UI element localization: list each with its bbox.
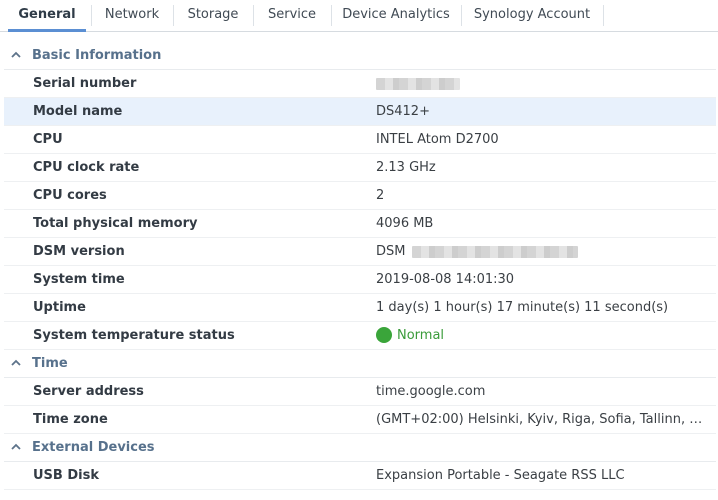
row-model-name: Model name DS412+ bbox=[4, 98, 716, 126]
model-name-value: DS412+ bbox=[376, 104, 430, 119]
system-temperature-status-value: Normal bbox=[376, 322, 444, 349]
redacted-blur bbox=[411, 245, 578, 258]
time-zone-value: (GMT+02:00) Helsinki, Kyiv, Riga, Sofia,… bbox=[376, 412, 706, 427]
uptime-label: Uptime bbox=[33, 300, 86, 315]
cpu-cores-label: CPU cores bbox=[33, 188, 107, 203]
cpu-value: INTEL Atom D2700 bbox=[376, 132, 499, 147]
cpu-label: CPU bbox=[33, 132, 63, 147]
tab-storage[interactable]: Storage bbox=[174, 0, 252, 31]
cpu-clock-rate-value: 2.13 GHz bbox=[376, 160, 436, 175]
total-physical-memory-value: 4096 MB bbox=[376, 216, 434, 231]
tab-divider bbox=[603, 5, 604, 26]
dsm-version-value: DSM bbox=[376, 238, 578, 265]
section-basic-information[interactable]: Basic Information bbox=[4, 42, 716, 70]
status-ok-icon bbox=[376, 326, 392, 343]
row-cpu-cores: CPU cores 2 bbox=[4, 182, 716, 210]
cpu-clock-rate-label: CPU clock rate bbox=[33, 160, 140, 175]
section-title: External Devices bbox=[32, 440, 155, 455]
tab-bar: General Network Storage Service Device A… bbox=[0, 0, 718, 32]
server-address-value: time.google.com bbox=[376, 384, 486, 399]
tab-synology-account[interactable]: Synology Account bbox=[462, 0, 602, 31]
cpu-cores-value: 2 bbox=[376, 188, 385, 203]
row-usb-disk: USB Disk Expansion Portable - Seagate RS… bbox=[4, 462, 716, 490]
section-title: Time bbox=[32, 356, 68, 371]
tab-device-analytics[interactable]: Device Analytics bbox=[332, 0, 460, 31]
model-name-label: Model name bbox=[33, 104, 123, 119]
dsm-version-prefix: DSM bbox=[376, 244, 406, 259]
serial-number-value bbox=[376, 70, 460, 97]
tab-network[interactable]: Network bbox=[92, 0, 172, 31]
serial-number-label: Serial number bbox=[33, 76, 137, 91]
redacted-blur bbox=[376, 77, 460, 90]
row-dsm-version: DSM version DSM bbox=[4, 238, 716, 266]
chevron-up-icon bbox=[11, 51, 21, 58]
row-total-physical-memory: Total physical memory 4096 MB bbox=[4, 210, 716, 238]
tab-service[interactable]: Service bbox=[254, 0, 330, 31]
section-time[interactable]: Time bbox=[4, 350, 716, 378]
temperature-status-text: Normal bbox=[397, 328, 445, 343]
row-server-address: Server address time.google.com bbox=[4, 378, 716, 406]
section-title: Basic Information bbox=[32, 48, 162, 63]
system-time-label: System time bbox=[33, 272, 125, 287]
dsm-version-label: DSM version bbox=[33, 244, 125, 259]
total-physical-memory-label: Total physical memory bbox=[33, 216, 198, 231]
section-external-devices[interactable]: External Devices bbox=[4, 434, 716, 462]
info-panel: Basic Information Serial number Model na… bbox=[4, 42, 716, 490]
usb-disk-label: USB Disk bbox=[33, 468, 99, 483]
chevron-up-icon bbox=[11, 443, 21, 450]
row-time-zone: Time zone (GMT+02:00) Helsinki, Kyiv, Ri… bbox=[4, 406, 716, 434]
row-system-temperature-status: System temperature status Normal bbox=[4, 322, 716, 350]
time-zone-label: Time zone bbox=[33, 412, 108, 427]
tab-general[interactable]: General bbox=[8, 0, 86, 32]
usb-disk-value: Expansion Portable - Seagate RSS LLC bbox=[376, 468, 625, 483]
system-time-value: 2019-08-08 14:01:30 bbox=[376, 272, 515, 287]
uptime-value: 1 day(s) 1 hour(s) 17 minute(s) 11 secon… bbox=[376, 300, 669, 315]
row-cpu: CPU INTEL Atom D2700 bbox=[4, 126, 716, 154]
chevron-up-icon bbox=[11, 359, 21, 366]
row-uptime: Uptime 1 day(s) 1 hour(s) 17 minute(s) 1… bbox=[4, 294, 716, 322]
row-system-time: System time 2019-08-08 14:01:30 bbox=[4, 266, 716, 294]
server-address-label: Server address bbox=[33, 384, 144, 399]
row-serial-number: Serial number bbox=[4, 70, 716, 98]
system-temperature-status-label: System temperature status bbox=[33, 328, 235, 343]
row-cpu-clock-rate: CPU clock rate 2.13 GHz bbox=[4, 154, 716, 182]
